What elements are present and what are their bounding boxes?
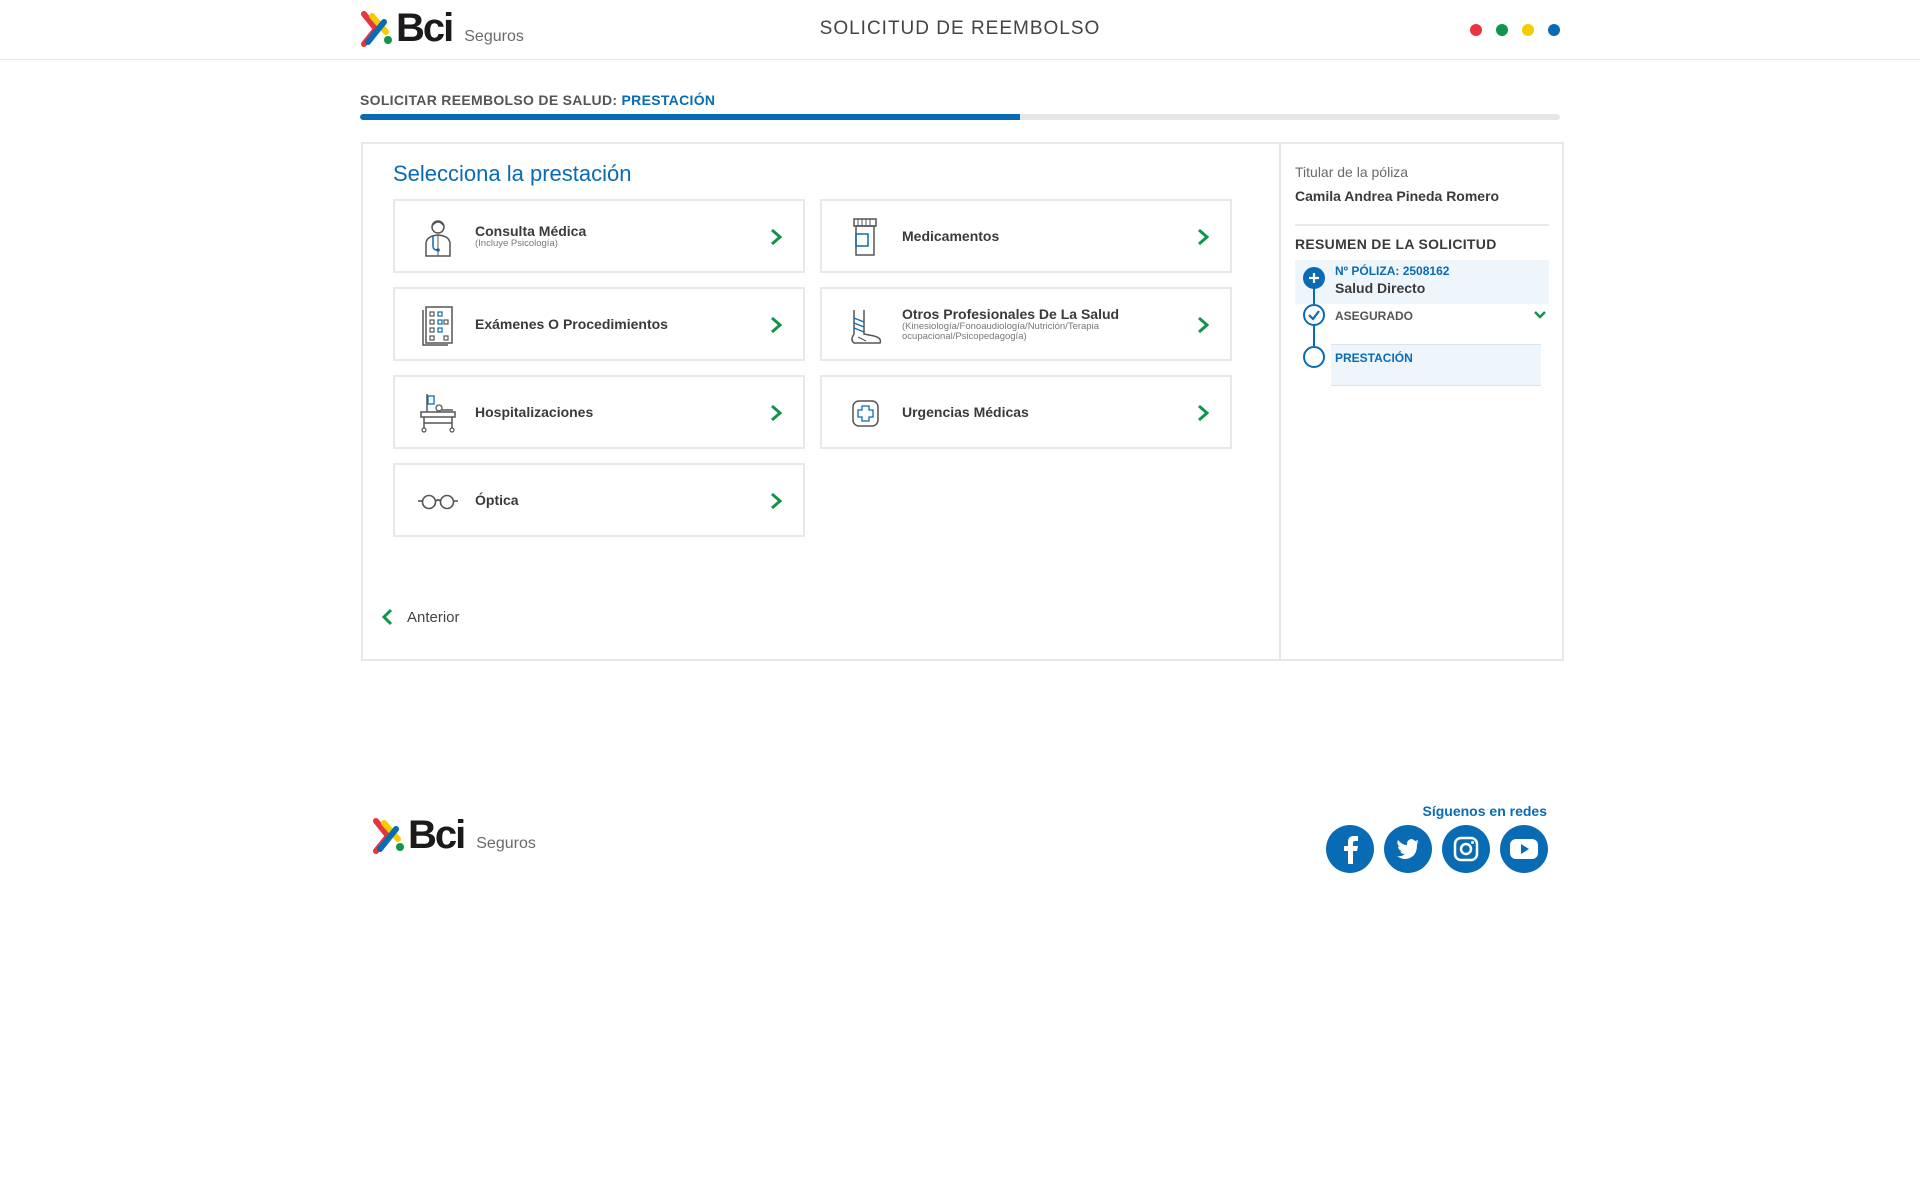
progress-bar — [360, 114, 1560, 120]
card-subtitle: (Kinesiología/Fonoaudiología/Nutrición/T… — [902, 321, 1099, 342]
glasses-icon — [418, 494, 458, 510]
emergency-cross-icon — [852, 400, 879, 427]
hospital-bed-icon — [420, 394, 456, 433]
chevron-right-icon — [771, 228, 783, 246]
facebook-link[interactable] — [1326, 825, 1374, 873]
timeline-line — [1313, 326, 1315, 346]
card-title: Hospitalizaciones — [475, 404, 594, 420]
card-hospitalizaciones[interactable]: Hospitalizaciones — [393, 375, 805, 449]
back-label: Anterior — [407, 608, 460, 626]
footer-brand-subtitle: Seguros — [476, 835, 536, 852]
medicine-bottle-icon — [853, 218, 877, 256]
progress-fill — [360, 114, 1020, 120]
chevron-left-icon — [381, 608, 393, 626]
youtube-link[interactable] — [1500, 825, 1548, 873]
chevron-right-icon — [771, 404, 783, 422]
instagram-link[interactable] — [1442, 825, 1490, 873]
section-title: Selecciona la prestación — [393, 161, 632, 186]
chevron-right-icon — [771, 492, 783, 510]
follow-label: Síguenos en redes — [1422, 803, 1547, 819]
card-title: Óptica — [475, 492, 519, 508]
bandaged-foot-icon — [851, 310, 882, 344]
header: Bci Seguros SOLICITUD DE REEMBOLSO — [0, 0, 1920, 60]
footer-brand-logo[interactable]: Bci Seguros — [372, 815, 536, 855]
card-examenes[interactable]: Exámenes O Procedimientos — [393, 287, 805, 361]
social-links — [1326, 825, 1548, 873]
footer-brand-wordmark: Bci — [408, 813, 466, 857]
card-optica[interactable]: Óptica — [393, 463, 805, 537]
policy-number: Nº PÓLIZA: 2508162 — [1335, 264, 1450, 278]
main-panel: Selecciona la prestación Consulta Médica… — [361, 142, 1564, 661]
card-otros-profesionales[interactable]: Otros Profesionales De La Salud (Kinesio… — [820, 287, 1232, 361]
twitter-icon — [1397, 839, 1419, 859]
back-button[interactable]: Anterior — [381, 608, 460, 626]
chevron-down-icon[interactable] — [1533, 310, 1547, 320]
yellow-dot — [1522, 24, 1534, 36]
check-circle-icon — [1303, 304, 1325, 326]
card-urgencias[interactable]: Urgencias Médicas — [820, 375, 1232, 449]
step-label-prefix: SOLICITAR REEMBOLSO DE SALUD: — [360, 92, 618, 108]
sidebar-divider — [1295, 224, 1549, 226]
step-label-current: PRESTACIÓN — [621, 92, 716, 108]
page-title: SOLICITUD DE REEMBOLSO — [819, 18, 1101, 39]
brand-dots — [1470, 24, 1560, 36]
twitter-link[interactable] — [1384, 825, 1432, 873]
holder-label: Titular de la póliza — [1295, 164, 1409, 180]
lab-report-icon — [422, 306, 453, 346]
card-medicamentos[interactable]: Medicamentos — [820, 199, 1232, 273]
holder-name: Camila Andrea Pineda Romero — [1295, 188, 1500, 204]
instagram-icon — [1453, 836, 1479, 862]
step-label: SOLICITAR REEMBOLSO DE SALUD: PRESTACIÓN — [360, 92, 715, 108]
card-subtitle: (Incluye Psicología) — [475, 238, 558, 249]
card-title: Otros Profesionales De La Salud — [902, 306, 1120, 322]
green-dot — [1496, 24, 1508, 36]
red-dot — [1470, 24, 1482, 36]
blue-dot — [1548, 24, 1560, 36]
card-title: Exámenes O Procedimientos — [475, 316, 668, 332]
brand-mark-icon — [373, 818, 404, 854]
step-prestacion-label: PRESTACIÓN — [1335, 351, 1413, 365]
chevron-right-icon — [771, 316, 783, 334]
card-title: Urgencias Médicas — [902, 404, 1029, 420]
facebook-icon — [1344, 836, 1358, 864]
card-title: Consulta Médica — [475, 223, 587, 239]
card-consulta-medica[interactable]: Consulta Médica (Incluye Psicología) — [393, 199, 805, 273]
panel-divider — [1279, 144, 1281, 659]
empty-circle-icon — [1303, 346, 1325, 368]
youtube-icon — [1510, 839, 1538, 859]
doctor-icon — [425, 220, 451, 257]
step-asegurado-label[interactable]: ASEGURADO — [1335, 309, 1413, 323]
chevron-right-icon — [1198, 316, 1210, 334]
summary-title: RESUMEN DE LA SOLICITUD — [1295, 236, 1497, 252]
chevron-right-icon — [1198, 228, 1210, 246]
card-title: Medicamentos — [902, 228, 1000, 244]
chevron-right-icon — [1198, 404, 1210, 422]
policy-plan: Salud Directo — [1335, 280, 1426, 296]
plus-circle-icon — [1303, 267, 1325, 289]
